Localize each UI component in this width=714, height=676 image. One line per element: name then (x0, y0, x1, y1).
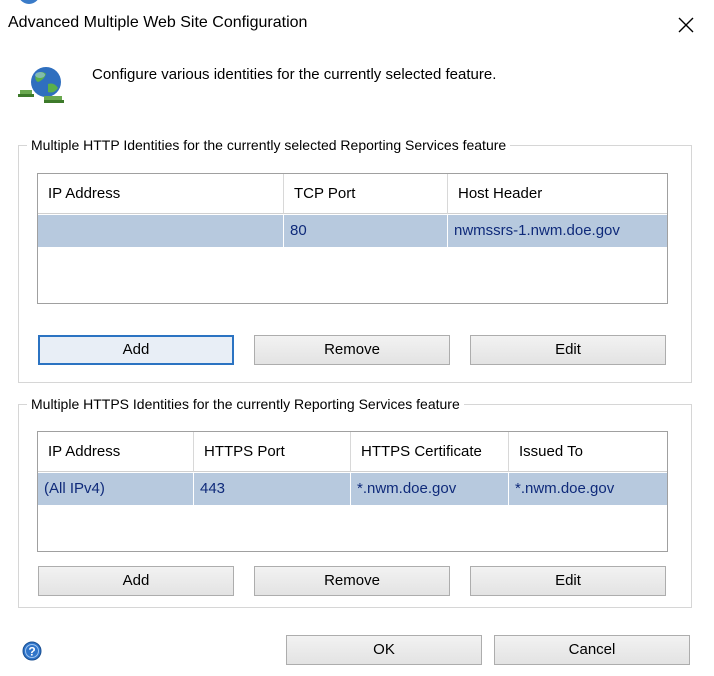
https-group-legend: Multiple HTTPS Identities for the curren… (31, 396, 460, 412)
cancel-button[interactable]: Cancel (494, 635, 690, 665)
https-identities-table[interactable]: IP Address HTTPS Port HTTPS Certificate … (37, 431, 668, 552)
table-row[interactable]: 80 nwmssrs-1.nwm.doe.gov (38, 215, 667, 247)
http-add-button[interactable]: Add (38, 335, 234, 365)
cell-tcp-port: 80 (284, 215, 448, 247)
column-header-issued-to[interactable]: Issued To (509, 432, 667, 472)
cell-https-certificate: *.nwm.doe.gov (351, 473, 509, 505)
window-title: Advanced Multiple Web Site Configuration (8, 14, 308, 31)
http-remove-button[interactable]: Remove (254, 335, 450, 365)
cell-https-port: 443 (194, 473, 351, 505)
dialog-window: Advanced Multiple Web Site Configuration… (0, 0, 714, 676)
https-edit-button[interactable]: Edit (470, 566, 666, 596)
http-edit-button[interactable]: Edit (470, 335, 666, 365)
column-header-tcp-port[interactable]: TCP Port (284, 174, 448, 214)
table-header: IP Address HTTPS Port HTTPS Certificate … (38, 432, 667, 472)
cell-ip-address (38, 215, 284, 247)
close-icon (678, 17, 694, 33)
ok-button[interactable]: OK (286, 635, 482, 665)
column-header-https-port[interactable]: HTTPS Port (194, 432, 351, 472)
column-header-host-header[interactable]: Host Header (448, 174, 667, 214)
help-icon: ? (22, 641, 42, 661)
help-button[interactable]: ? (22, 641, 42, 661)
cell-issued-to: *.nwm.doe.gov (515, 480, 615, 497)
http-group-legend: Multiple HTTP Identities for the current… (31, 137, 507, 153)
table-header: IP Address TCP Port Host Header (38, 174, 667, 214)
close-button[interactable] (666, 8, 706, 42)
network-globe-icon (18, 62, 66, 106)
header-description: Configure various identities for the cur… (92, 66, 497, 83)
https-add-button[interactable]: Add (38, 566, 234, 596)
cell-ip-address: (All IPv4) (38, 473, 194, 505)
https-remove-button[interactable]: Remove (254, 566, 450, 596)
svg-text:?: ? (28, 645, 35, 659)
http-identities-table[interactable]: IP Address TCP Port Host Header 80 nwmss… (37, 173, 668, 304)
column-header-https-certificate[interactable]: HTTPS Certificate (351, 432, 509, 472)
column-header-ip-address[interactable]: IP Address (38, 432, 194, 472)
title-bar: Advanced Multiple Web Site Configuration (0, 0, 714, 46)
column-header-ip-address[interactable]: IP Address (38, 174, 284, 214)
table-row[interactable]: (All IPv4) 443 *.nwm.doe.gov *.nwm.doe.g… (38, 473, 667, 505)
cell-host-header: nwmssrs-1.nwm.doe.gov (454, 222, 620, 239)
